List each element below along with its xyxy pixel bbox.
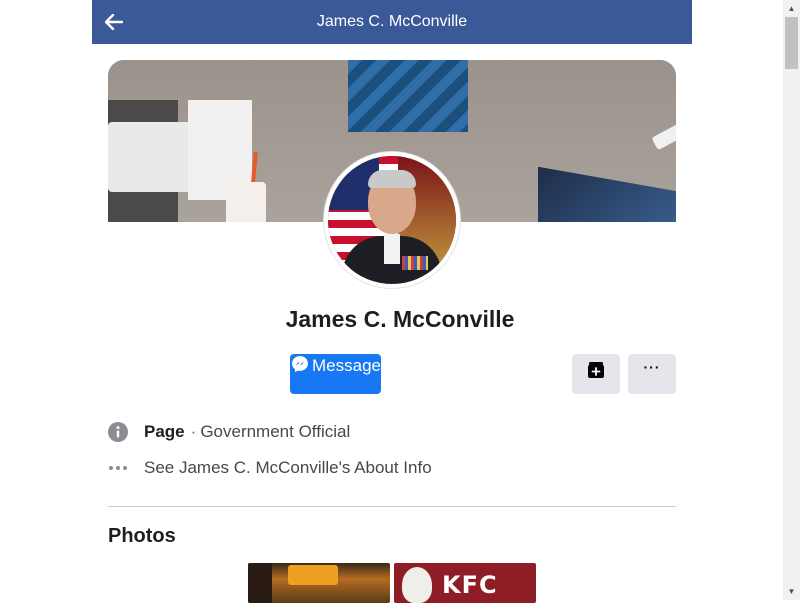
save-button[interactable]	[572, 354, 620, 394]
photo-kfc-caption: KFC	[442, 571, 498, 599]
category-separator: ·	[190, 422, 197, 441]
info-icon	[108, 422, 128, 442]
category-row: Page · Government Official	[108, 420, 350, 444]
profile-picture	[328, 156, 456, 284]
more-options-label: ···	[643, 359, 661, 375]
photo-light	[288, 565, 338, 585]
photo-kfc[interactable]: KFC	[394, 563, 536, 603]
ellipsis-icon	[108, 458, 128, 478]
avatar-collar	[384, 234, 400, 264]
scroll-up-arrow-icon[interactable]: ▲	[783, 0, 800, 17]
section-divider	[108, 506, 676, 507]
messenger-icon	[291, 355, 309, 378]
photo-shadow	[248, 563, 272, 603]
cover-printer	[108, 122, 193, 192]
more-options-button[interactable]: ···	[628, 354, 676, 394]
avatar-ribbons	[402, 256, 428, 270]
bookmark-add-icon	[588, 362, 604, 378]
category-value: Government Official	[200, 422, 351, 441]
scroll-down-arrow-icon[interactable]: ▼	[783, 583, 800, 600]
vertical-scrollbar[interactable]: ▲ ▼	[783, 0, 800, 600]
message-label: Message	[312, 356, 381, 375]
cover-cup	[226, 182, 266, 222]
message-button[interactable]: Message	[290, 354, 381, 394]
page-title: James C. McConville	[316, 13, 468, 30]
about-row[interactable]: See James C. McConville's About Info	[108, 456, 432, 480]
photo-colonel-logo	[402, 567, 432, 603]
profile-picture-frame[interactable]	[324, 152, 460, 288]
scroll-thumb[interactable]	[785, 17, 798, 69]
category-label: Page	[144, 422, 185, 441]
profile-name: James C. McConville	[285, 306, 515, 332]
photos-heading: Photos	[108, 525, 176, 547]
photo-bar-interior[interactable]	[248, 563, 390, 603]
avatar-hair	[368, 170, 416, 188]
cover-acoustic-panel	[348, 60, 468, 132]
top-bar: James C. McConville	[92, 0, 692, 44]
about-info-link[interactable]: See James C. McConville's About Info	[144, 458, 432, 478]
